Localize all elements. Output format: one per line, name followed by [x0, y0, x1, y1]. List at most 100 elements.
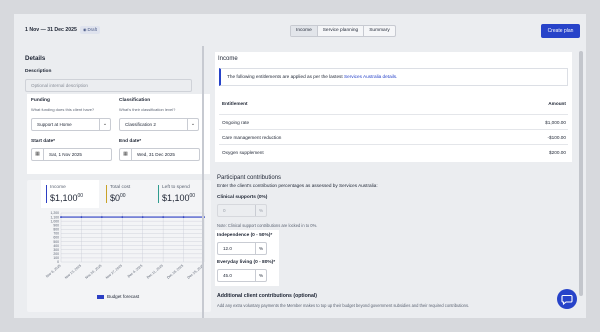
y-tick-label: 100 — [53, 256, 59, 260]
required-mark: * — [139, 139, 142, 144]
table-row: Care management reduction -$100.00 — [219, 129, 568, 144]
y-tick-label: 700 — [53, 232, 59, 236]
series-point — [80, 216, 83, 218]
calendar-icon: ▦ — [32, 149, 44, 160]
y-tick-label: 900 — [53, 223, 59, 227]
budget-chart-card: Income $1,10000 Total cost $000 Left to … — [27, 180, 211, 312]
percent-unit: % — [255, 270, 266, 281]
independence-label-text: Independence (0 - 50%) — [217, 233, 271, 238]
income-heading: Income — [218, 56, 238, 62]
left-to-spend-label: Left to spend — [162, 185, 190, 190]
independence-input[interactable]: 12.0% — [217, 242, 267, 255]
app-window: 1 Nov — 31 Dec 2025 ◉Draft Income Servic… — [14, 14, 586, 318]
series-point — [60, 216, 62, 218]
y-tick-label: 1,100 — [51, 215, 60, 219]
y-tick-label: 200 — [53, 252, 59, 256]
required-mark: * — [273, 260, 276, 265]
plan-date-range: 1 Nov — 31 Dec 2025 — [25, 27, 77, 33]
total-cost-summary: Total cost $000 — [101, 180, 155, 208]
chat-button[interactable] — [557, 289, 577, 309]
description-label: Description — [25, 69, 52, 74]
additional-contributions-description: Add any extra voluntary payments the Mem… — [217, 303, 470, 308]
entitlements-info: The following entitlements are applied a… — [219, 68, 568, 86]
x-tick-label: Nov 13, 2025 — [64, 264, 82, 280]
entitlement-column-header: Entitlement — [222, 101, 248, 106]
funding-question: What funding does this client have? — [31, 107, 95, 112]
chart-legend: Budget forecast — [97, 294, 139, 299]
scrollbar[interactable] — [579, 51, 583, 301]
chevron-down-icon: ⌄ — [187, 119, 198, 130]
funding-select[interactable]: Support at Home ⌄ — [31, 118, 111, 131]
x-tick-label: Nov 20, 2025 — [84, 264, 102, 280]
clinical-supports-value: 0 — [223, 208, 226, 213]
top-bar: 1 Nov — 31 Dec 2025 ◉Draft Income Servic… — [14, 14, 586, 50]
y-tick-label: 800 — [53, 228, 59, 232]
scrollbar-thumb[interactable] — [579, 51, 583, 296]
x-tick-label: Dec 4, 2025 — [127, 264, 144, 279]
end-date-label: End date* — [119, 139, 141, 144]
required-mark: * — [53, 139, 55, 144]
legend-label: Budget forecast — [107, 294, 140, 299]
income-column: Income The following entitlements are ap… — [215, 50, 585, 318]
end-date-value: Wed, 31 Dec 2025 — [137, 152, 175, 157]
funding-label: Funding — [31, 98, 50, 103]
tab-income[interactable]: Income — [291, 26, 318, 36]
funding-select-value: Support at Home — [37, 122, 72, 127]
everyday-living-value: 45.0 — [223, 273, 232, 278]
entitlements-table-header: Entitlement Amount — [219, 98, 568, 110]
start-date-label: Start date* — [31, 139, 55, 144]
y-tick-label: 1,000 — [51, 219, 60, 223]
income-summary: Income $1,10000 — [41, 180, 99, 208]
additional-contributions-heading: Additional client contributions (optiona… — [217, 293, 317, 299]
y-tick-label: 400 — [53, 244, 59, 248]
y-tick-label: 300 — [53, 248, 59, 252]
funding-panel: Funding What funding does this client ha… — [27, 94, 210, 174]
everyday-living-label-text: Everyday living (0 - 80%) — [217, 260, 274, 265]
classification-label: Classification — [119, 98, 151, 103]
everyday-living-label: Everyday living (0 - 80%)* — [217, 260, 275, 265]
clinical-supports-label: Clinical supports (0%) — [217, 195, 268, 200]
classification-select[interactable]: Classification 2 ⌄ — [119, 118, 199, 131]
entitlement-amount: $1,000.00 — [545, 120, 566, 125]
start-date-label-text: Start date — [31, 139, 54, 144]
services-australia-link[interactable]: Services Australia details. — [344, 74, 397, 79]
status-badge-label: Draft — [87, 27, 98, 32]
calendar-icon: ▦ — [120, 149, 132, 160]
percent-unit: % — [255, 243, 266, 254]
series-point — [100, 216, 103, 218]
info-text: The following entitlements are applied a… — [227, 74, 344, 79]
panel-divider[interactable] — [202, 46, 204, 318]
income-color-bar — [46, 185, 47, 203]
description-input[interactable]: Optional internal description — [25, 79, 192, 92]
tab-bar: Income Service planning Summary — [290, 25, 396, 37]
y-tick-label: 500 — [53, 240, 59, 244]
tab-summary[interactable]: Summary — [364, 26, 395, 36]
y-tick-label: 600 — [53, 236, 59, 240]
budget-forecast-chart: 01002003004005006007008009001,0001,1001,… — [45, 211, 205, 280]
total-cost-cents: 00 — [120, 193, 126, 199]
tab-service-planning[interactable]: Service planning — [318, 26, 365, 36]
independence-label: Independence (0 - 50%)* — [217, 233, 272, 238]
income-panel: Income The following entitlements are ap… — [215, 52, 572, 162]
series-point — [121, 216, 124, 218]
create-plan-button[interactable]: Create plan — [541, 24, 580, 38]
legend-swatch — [97, 294, 104, 299]
contribution-inputs-panel: Independence (0 - 50%)* 12.0% Everyday l… — [215, 230, 279, 286]
classification-question: What's their classification level? — [119, 107, 176, 112]
x-tick-label: Nov 27, 2025 — [105, 264, 123, 280]
end-date-input[interactable]: ▦ Wed, 31 Dec 2025 — [119, 148, 200, 161]
left-to-spend-color-bar — [158, 185, 159, 203]
x-tick-label: Dec 18, 2025 — [166, 264, 184, 280]
start-date-value: Sat, 1 Nov 2025 — [49, 152, 82, 157]
participant-contributions-subtitle: Enter the client's contribution percenta… — [217, 183, 378, 188]
start-date-input[interactable]: ▦ Sat, 1 Nov 2025 — [31, 148, 112, 161]
series-point — [182, 216, 185, 218]
everyday-living-input[interactable]: 45.0% — [217, 269, 267, 282]
table-row: Ongoing rate $1,000.00 — [219, 114, 568, 129]
end-date-label-text: End date — [119, 139, 140, 144]
x-tick-label: Dec 11, 2025 — [146, 264, 164, 280]
clinical-supports-input: 0% — [217, 204, 267, 217]
participant-contributions-heading: Participant contributions — [217, 175, 282, 181]
draft-dot-icon: ◉ — [83, 27, 87, 32]
left-to-spend-value: $1,10000 — [162, 193, 195, 203]
